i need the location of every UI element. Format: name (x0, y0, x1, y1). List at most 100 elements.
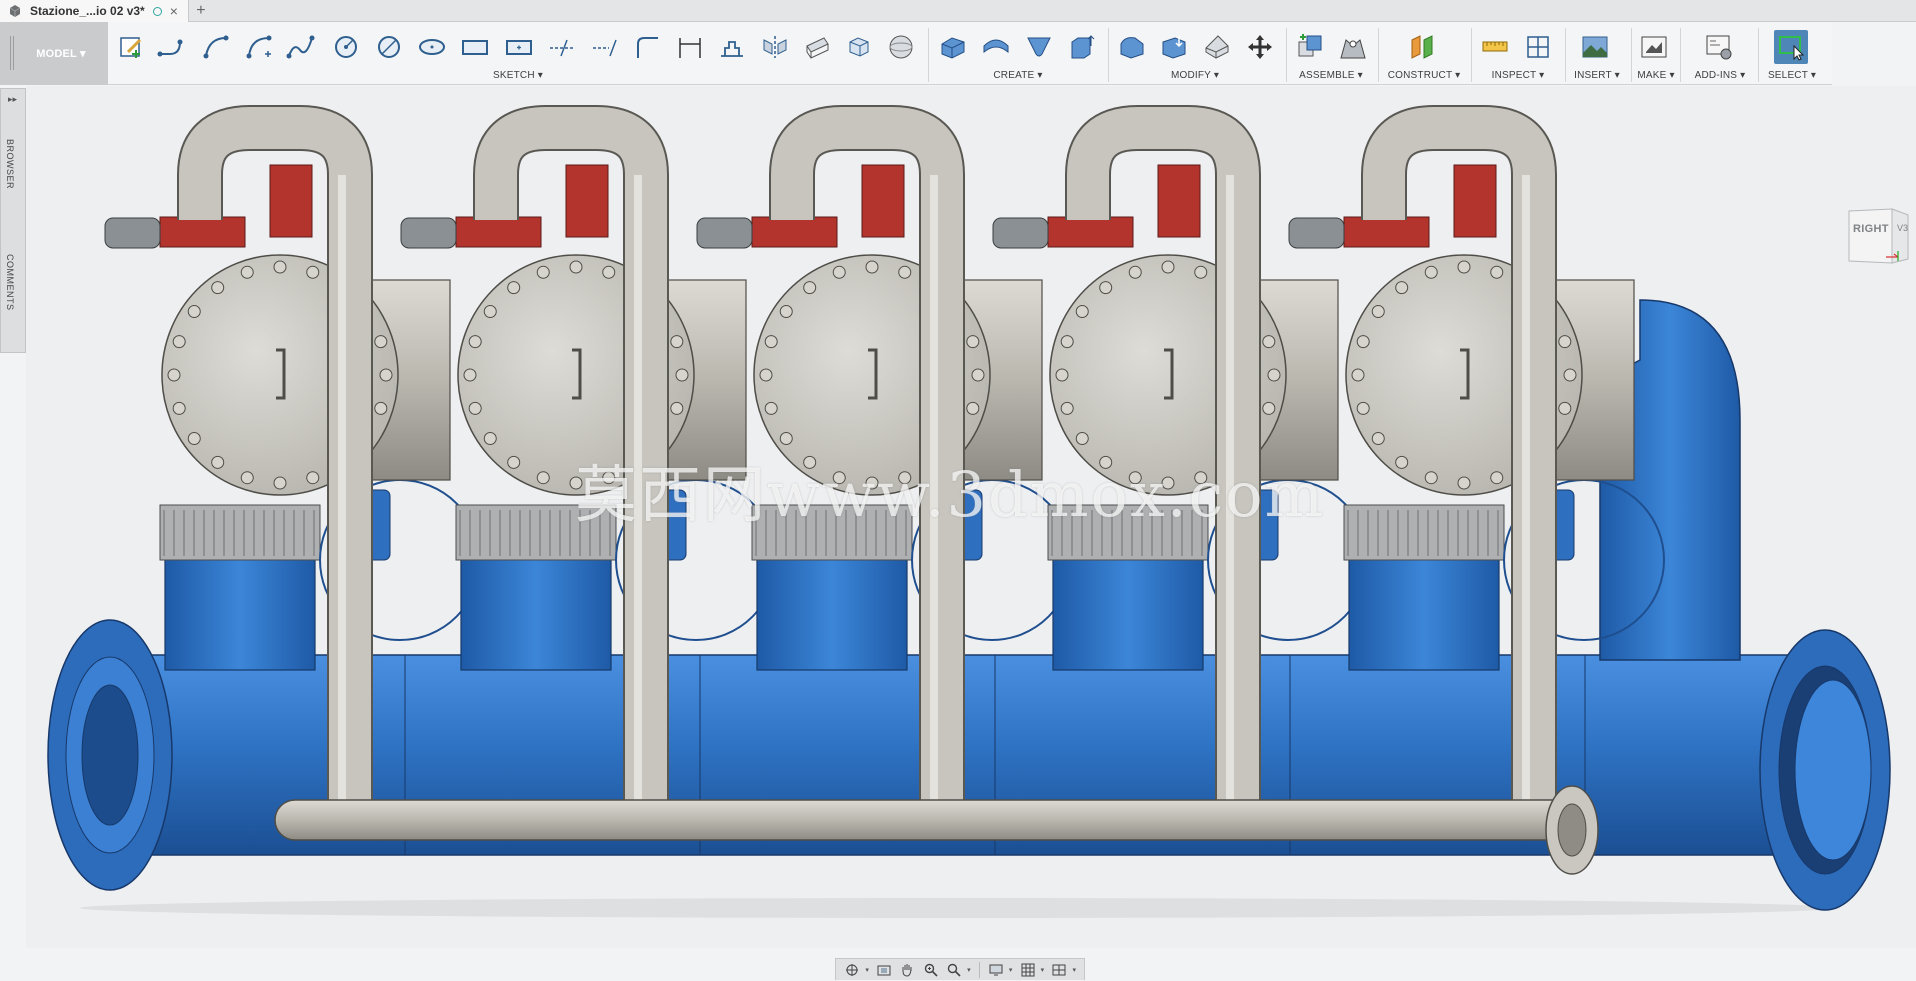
display-dropdown-icon[interactable]: ▾ (1009, 966, 1013, 974)
grid-settings-button[interactable] (1017, 961, 1037, 979)
chamfer-button[interactable] (1200, 30, 1234, 64)
3d-print-icon (1641, 36, 1667, 58)
section-analysis-button[interactable] (1521, 30, 1555, 64)
offset-plane-button[interactable] (1405, 30, 1439, 64)
workspace-switcher[interactable]: MODEL ▾ (0, 22, 108, 85)
cap-bolt (779, 305, 793, 319)
document-tab[interactable]: Stazione_...io 02 v3* × (0, 0, 189, 22)
cap-bolt (1351, 368, 1365, 382)
circle-tool-button[interactable] (329, 30, 363, 64)
fit-button[interactable] (944, 961, 964, 979)
line-icon (157, 39, 183, 57)
select-group-label[interactable]: SELECT ▾ (1768, 70, 1816, 81)
measure-icon (1482, 41, 1508, 52)
fillet-sketch-button[interactable] (630, 30, 664, 64)
ribbon-toolbar: MODEL ▾ SKETCH ▾ CREATE ▾ MODIFY ▾ ASSEM… (0, 22, 1832, 85)
modify-group-label[interactable]: MODIFY ▾ (1171, 70, 1219, 81)
project-button[interactable] (800, 30, 834, 64)
browser-panel-collapsed[interactable]: ▸▸ BROWSER COMMENTS (0, 88, 26, 353)
grid-dropdown-icon[interactable]: ▾ (1041, 966, 1045, 974)
navigation-bar: ▾ ▾ ▾ ▾ ▾ (835, 958, 1085, 980)
zoom-dropdown-icon[interactable]: ▾ (967, 966, 971, 974)
new-tab-button[interactable]: + (189, 0, 213, 21)
viewports-dropdown-icon[interactable]: ▾ (1072, 966, 1076, 974)
spline-tool-button[interactable] (284, 30, 318, 64)
pan-button[interactable] (897, 961, 917, 979)
cap-bolt (1075, 431, 1089, 445)
construct-group-label[interactable]: CONSTRUCT ▾ (1388, 70, 1461, 81)
look-at-button[interactable] (874, 961, 894, 979)
cap-bolt (468, 335, 482, 349)
cap-bolt (306, 265, 320, 279)
line-tool-button[interactable] (154, 30, 188, 64)
ellipse-tool-button[interactable] (415, 30, 449, 64)
diameter-circle-button[interactable] (372, 30, 406, 64)
make-group-label[interactable]: MAKE ▾ (1637, 70, 1674, 81)
box-sketch-button[interactable] (842, 30, 876, 64)
create-sketch-icon (120, 37, 142, 58)
insert-canvas-button[interactable] (1578, 30, 1612, 64)
inspect-group-label[interactable]: INSPECT ▾ (1492, 70, 1545, 81)
cap-bolt (240, 265, 254, 279)
cap-bolt (1356, 335, 1370, 349)
insert-group-label[interactable]: INSERT ▾ (1574, 70, 1620, 81)
sphere-sketch-button[interactable] (884, 30, 918, 64)
cap-bolt (670, 401, 684, 415)
add-ins-group-label[interactable]: ADD-INS ▾ (1695, 70, 1746, 81)
3d-viewport[interactable]: RIGHT V3 莫西网www.3dmox.com (26, 86, 1916, 948)
orbit-button[interactable] (842, 961, 862, 979)
create-sketch-button[interactable] (114, 30, 148, 64)
arc-tool-button[interactable] (199, 30, 233, 64)
three-point-arc-button[interactable] (243, 30, 277, 64)
cap-bolt (1395, 281, 1409, 295)
grid-icon (1021, 963, 1034, 976)
red-valve-band (1343, 216, 1430, 248)
revolve-button[interactable] (979, 30, 1013, 64)
measure-button[interactable] (1478, 30, 1512, 64)
sketch-group-label[interactable]: SKETCH ▾ (493, 70, 543, 81)
new-component-button[interactable] (1293, 30, 1327, 64)
red-valve-band (751, 216, 838, 248)
workspace-label: MODEL ▾ (36, 48, 86, 60)
extrude-button[interactable] (936, 30, 970, 64)
expand-panel-icon[interactable]: ▸▸ (8, 94, 17, 105)
cap-bolt (1055, 368, 1069, 382)
viewports-button[interactable] (1049, 961, 1069, 979)
rectangle-icon (462, 40, 488, 55)
toolbar-separator (1758, 28, 1759, 82)
cap-bolt (211, 455, 225, 469)
display-settings-button[interactable] (986, 961, 1006, 979)
document-tab-title: Stazione_...io 02 v3* (30, 4, 145, 18)
cap-bolt (273, 476, 287, 490)
view-cube[interactable]: RIGHT V3 (1846, 201, 1912, 269)
cap-bolt (675, 368, 689, 382)
extrude-sketch-button[interactable] (715, 30, 749, 64)
offset-plane-icon (1411, 35, 1433, 59)
zoom-button[interactable] (920, 961, 940, 979)
move-button[interactable] (1243, 30, 1277, 64)
scripts-addins-button[interactable] (1702, 30, 1736, 64)
new-component-icon (1298, 34, 1322, 57)
comments-tab[interactable]: COMMENTS (5, 254, 15, 311)
select-button[interactable] (1774, 30, 1808, 64)
construction-line-button[interactable] (545, 30, 579, 64)
dimension-button[interactable] (673, 30, 707, 64)
3d-print-button[interactable] (1637, 30, 1671, 64)
joint-button[interactable] (1336, 30, 1370, 64)
assemble-group-label[interactable]: ASSEMBLE ▾ (1299, 70, 1363, 81)
sweep-button[interactable] (1022, 30, 1056, 64)
cap-bolt (172, 401, 186, 415)
mirror-button[interactable] (758, 30, 792, 64)
rectangle-tool-button[interactable] (458, 30, 492, 64)
center-rectangle-button[interactable] (502, 30, 536, 64)
fillet-button[interactable] (1157, 30, 1191, 64)
document-icon (9, 5, 21, 17)
press-pull-button[interactable] (1115, 30, 1149, 64)
close-tab-button[interactable]: × (170, 4, 178, 18)
orbit-dropdown-icon[interactable]: ▾ (865, 966, 869, 974)
cap-bolt (211, 281, 225, 295)
offset-line-button[interactable] (588, 30, 622, 64)
create-group-label[interactable]: CREATE ▾ (993, 70, 1042, 81)
loft-button[interactable] (1064, 30, 1098, 64)
browser-tab[interactable]: BROWSER (5, 139, 15, 189)
